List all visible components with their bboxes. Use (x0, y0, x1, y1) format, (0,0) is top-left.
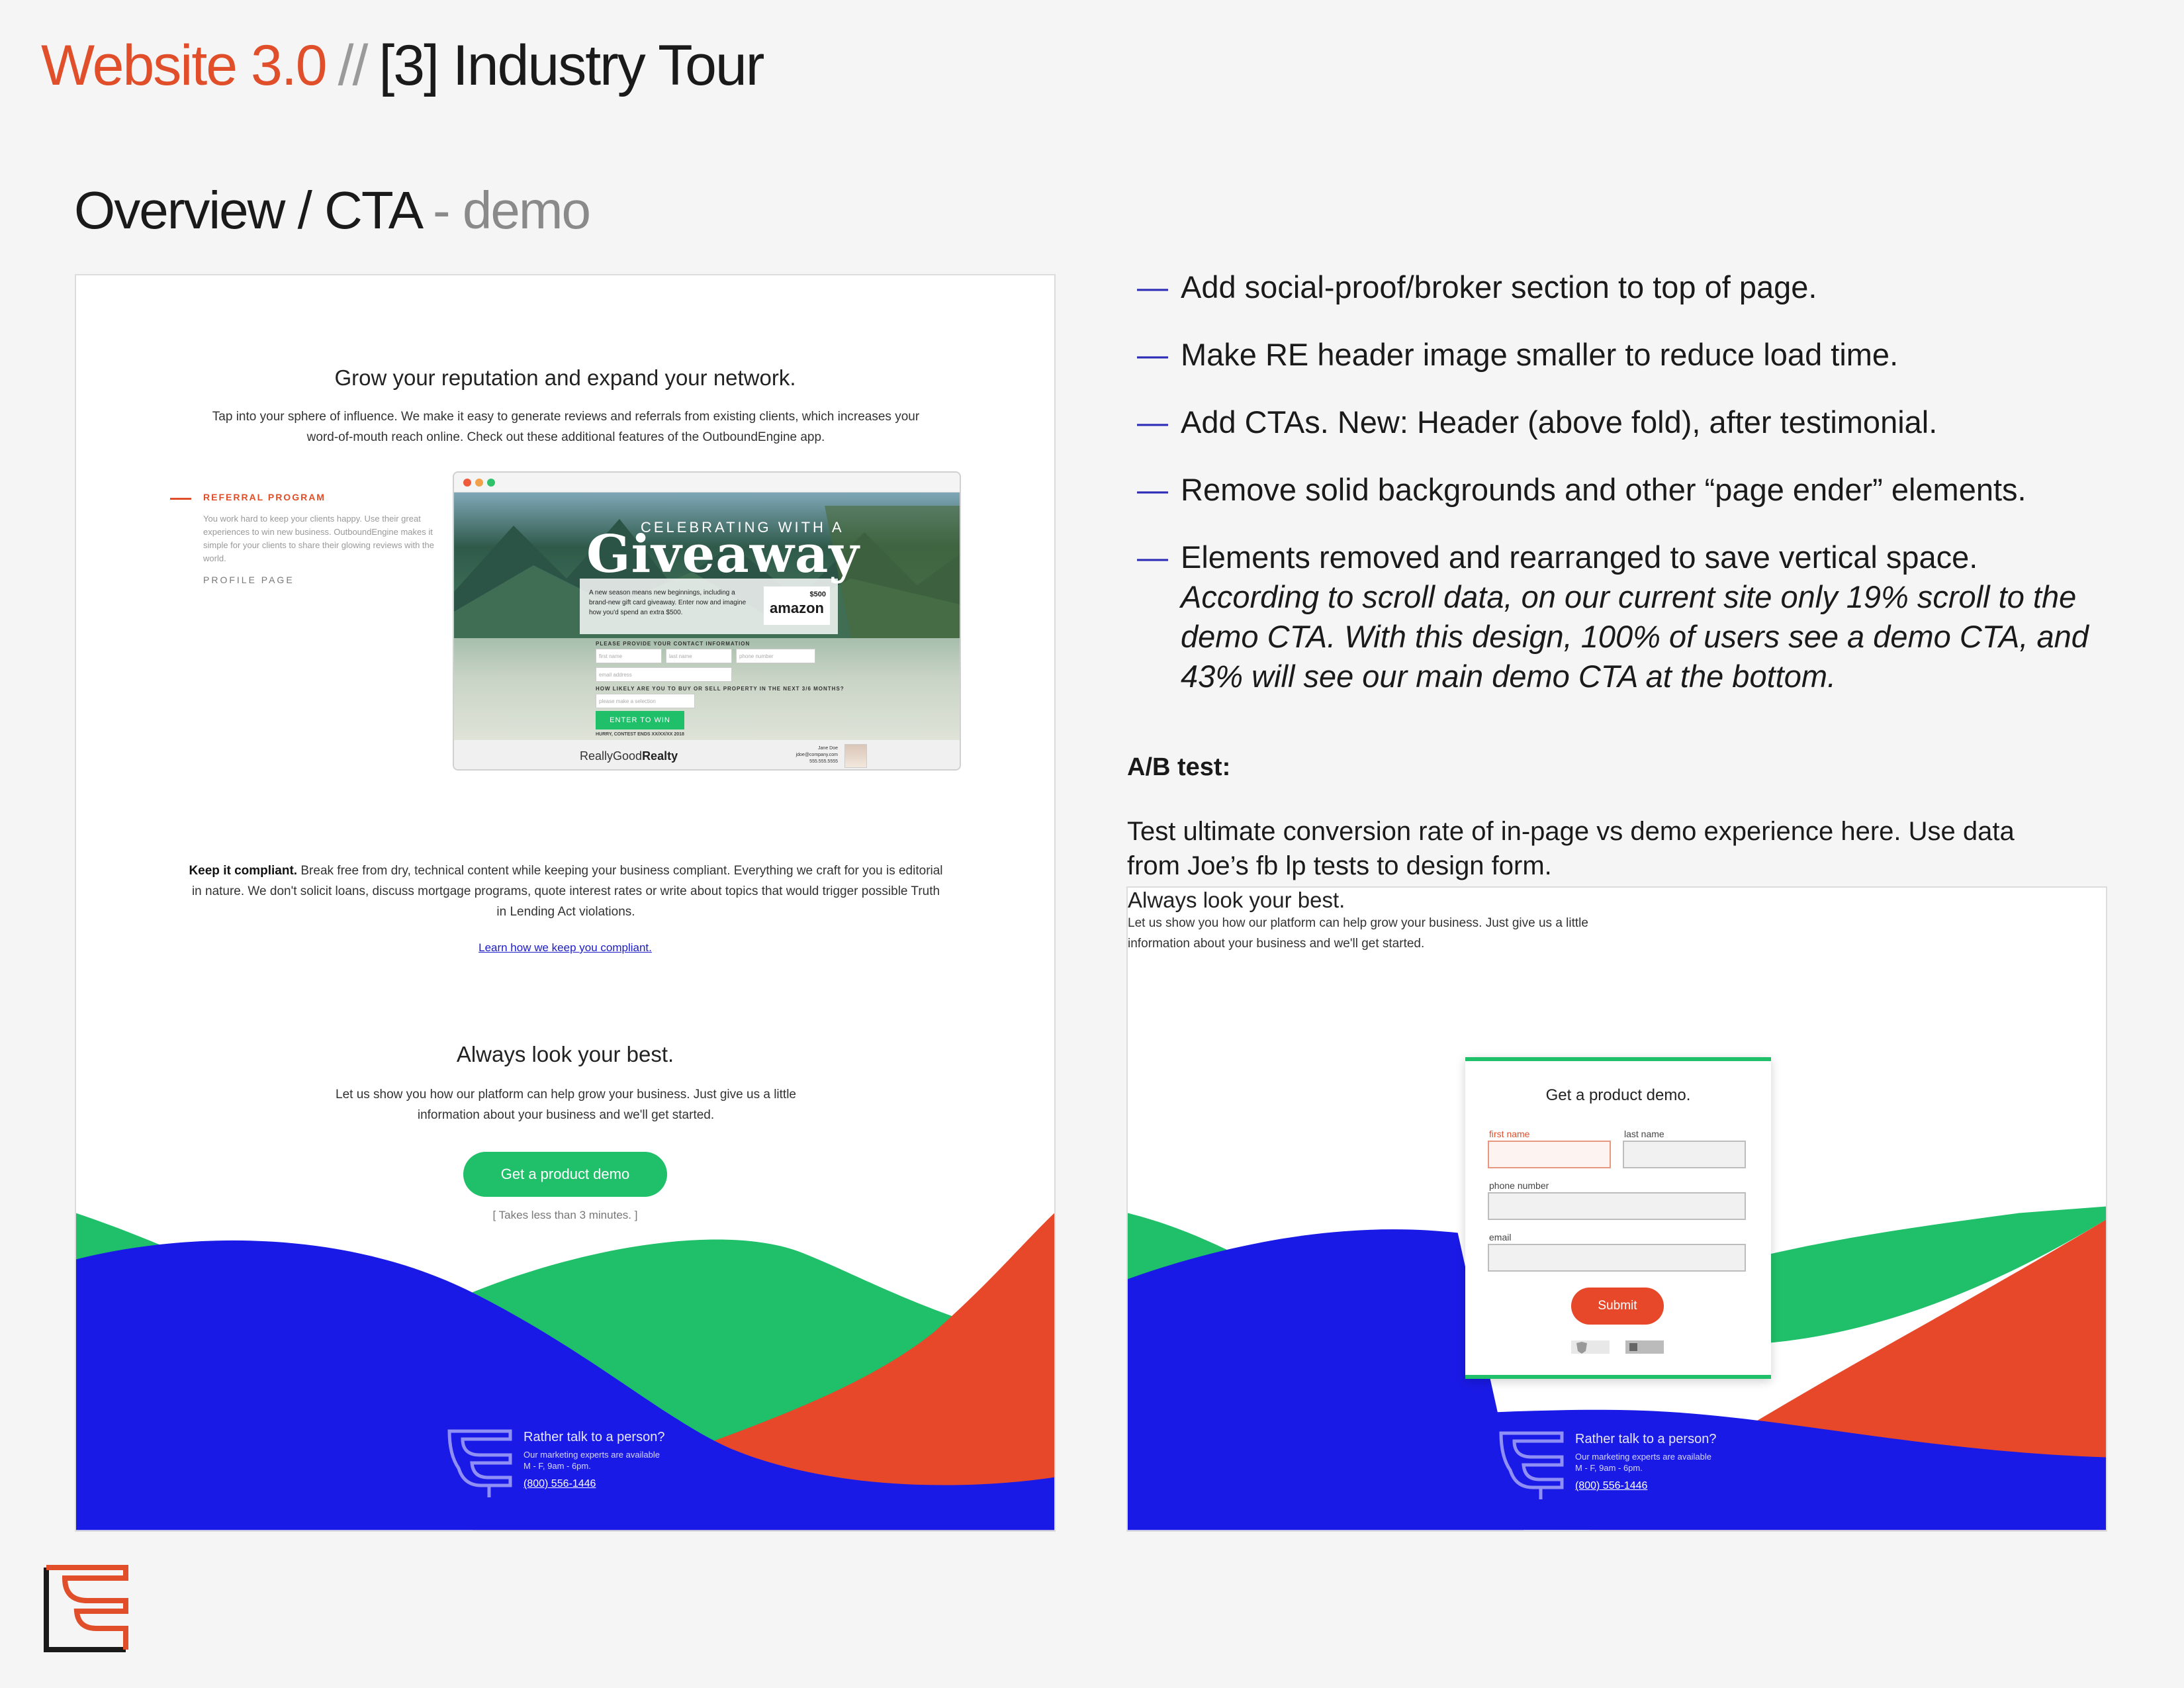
browser-bar (454, 473, 960, 492)
giveaway-hero: CELEBRATING WITH A Giveaway A new season… (454, 492, 960, 740)
phone-input[interactable]: phone number (736, 649, 815, 663)
mock-intro: Tap into your sphere of influence. We ma… (212, 410, 920, 444)
outboundengine-logo-icon (447, 1429, 512, 1497)
realty-name-a: ReallyGood (580, 749, 643, 763)
demo-form: Get a product demo. first name last name… (1465, 1057, 1771, 1379)
profile-page-tab[interactable]: PROFILE PAGE (203, 575, 295, 585)
last-name-input[interactable]: last name (666, 649, 732, 663)
dash-marker: — (1137, 269, 1168, 305)
note-text: Elements removed and rearranged to save … (1181, 539, 1978, 575)
timeline-select[interactable]: please make a selection (596, 694, 695, 708)
phone-field[interactable] (1488, 1192, 1746, 1220)
header-separator: // (338, 34, 369, 97)
contact-label: PLEASE PROVIDE YOUR CONTACT INFORMATION (596, 641, 751, 647)
email-label: email (1489, 1232, 1512, 1243)
note-item: — Add social-proof/broker section to top … (1137, 267, 2103, 307)
note-text: Remove solid backgrounds and other “page… (1181, 472, 2026, 507)
note-text: Add CTAs. New: Header (above fold), afte… (1181, 404, 1938, 440)
slide-header: Website 3.0//[3] Industry Tour (41, 33, 764, 99)
footer-contact: Rather talk to a person? Our marketing e… (1575, 1432, 1716, 1492)
browser-frame: CELEBRATING WITH A Giveaway A new season… (453, 471, 961, 771)
realty-logo: ReallyGoodRealty (580, 749, 678, 763)
note-item: — Remove solid backgrounds and other “pag… (1137, 470, 2103, 510)
subtitle-tail: - demo (432, 181, 591, 240)
giveaway-title: Giveaway (586, 524, 860, 585)
notes-list: — Add social-proof/broker section to top … (1137, 267, 2103, 724)
header-website: Website 3.0 (41, 34, 328, 97)
question-label: HOW LIKELY ARE YOU TO BUY OR SELL PROPER… (596, 686, 844, 692)
slide-subtitle: Overview / CTA - demo (74, 180, 591, 241)
referral-description: You work hard to keep your clients happy… (203, 514, 434, 563)
right-body: Let us show you how our platform can hel… (1128, 916, 1588, 951)
giveaway-box: A new season means new beginnings, inclu… (580, 579, 838, 634)
compliance-text: Keep it compliant. Break free from dry, … (189, 861, 943, 922)
header-section: [3] Industry Tour (379, 34, 764, 97)
phone-label: phone number (1489, 1180, 1549, 1191)
email-input[interactable]: email address (596, 667, 732, 682)
ab-test-title: A/B test: (1127, 753, 1231, 781)
last-name-field[interactable] (1623, 1141, 1746, 1168)
referral-program-tab[interactable]: REFERRAL PROGRAM (203, 492, 326, 502)
maximize-dot-icon (487, 479, 495, 487)
agent-photo (844, 744, 867, 768)
footer-contact: Rather talk to a person? Our marketing e… (523, 1430, 664, 1490)
brand-logo-icon (44, 1565, 128, 1652)
first-name-field[interactable] (1488, 1141, 1611, 1168)
outboundengine-logo-icon (1499, 1431, 1564, 1499)
cta-body: Let us show you how our platform can hel… (336, 1088, 796, 1122)
footer-hours: M - F, 9am - 6pm. (523, 1461, 591, 1471)
first-name-label: first name (1489, 1129, 1530, 1139)
footer-phone-link[interactable]: (800) 556-1446 (523, 1478, 664, 1490)
footer-hours: M - F, 9am - 6pm. (1575, 1463, 1643, 1473)
footer-available: Our marketing experts are available (523, 1450, 660, 1460)
right-heading: Always look your best. (1128, 888, 1345, 912)
form-title: Get a product demo. (1545, 1086, 1691, 1104)
subtitle-main: Overview / CTA (74, 181, 421, 240)
dash-marker: — (1137, 337, 1168, 372)
footer-talk: Rather talk to a person? (1575, 1432, 1717, 1446)
compliance-body: Break free from dry, technical content w… (191, 864, 943, 919)
amazon-logo: amazon (770, 600, 824, 616)
mock-heading: Grow your reputation and expand your net… (334, 365, 796, 390)
referral-accent-line (170, 498, 191, 500)
security-badges-icon (1571, 1340, 1664, 1354)
compliance-bold: Keep it compliant. (189, 864, 298, 878)
dash-marker: — (1137, 539, 1168, 575)
submit-button[interactable]: Submit (1571, 1288, 1664, 1325)
get-product-demo-button[interactable]: Get a product demo (463, 1152, 667, 1197)
gift-card: $500 amazon (764, 586, 830, 625)
note-item: — Elements removed and rearranged to save… (1137, 538, 2103, 696)
close-dot-icon (463, 479, 471, 487)
footer-phone-link[interactable]: (800) 556-1446 (1575, 1480, 1716, 1492)
enter-to-win-button[interactable]: ENTER TO WIN (596, 711, 684, 729)
gift-amount: $500 (809, 590, 826, 598)
contest-ends-text: HURRY, CONTEST ENDS XX/XX/XX 2018 (596, 732, 684, 737)
cta-heading: Always look your best. (456, 1042, 674, 1066)
first-name-input[interactable]: first name (596, 649, 662, 663)
page-mockup-right: Always look your best. Let us show you h… (1126, 886, 2107, 1532)
last-name-label: last name (1624, 1129, 1664, 1139)
browser-footer: ReallyGoodRealty Jane Doe jdoe@company.c… (454, 740, 960, 769)
note-text: Add social-proof/broker section to top o… (1181, 269, 1817, 305)
footer-available: Our marketing experts are available (1575, 1452, 1711, 1462)
dash-marker: — (1137, 472, 1168, 507)
note-item: — Make RE header image smaller to reduce … (1137, 335, 2103, 375)
note-text: Make RE header image smaller to reduce l… (1181, 337, 1899, 372)
dash-marker: — (1137, 404, 1168, 440)
footer-talk: Rather talk to a person? (523, 1430, 665, 1444)
page-mockup-left: Grow your reputation and expand your net… (75, 274, 1056, 1532)
minimize-dot-icon (475, 479, 483, 487)
realty-name-b: Realty (642, 749, 678, 763)
agent-info: Jane Doe jdoe@company.com 555.555.5555 (796, 746, 838, 764)
ab-test-body: Test ultimate conversion rate of in-page… (1127, 817, 2015, 880)
giveaway-text: A new season means new beginnings, inclu… (589, 589, 747, 616)
learn-compliant-link[interactable]: Learn how we keep you compliant. (76, 941, 1054, 955)
note-item: — Add CTAs. New: Header (above fold), aft… (1137, 402, 2103, 442)
email-field[interactable] (1488, 1244, 1746, 1272)
note-italic: According to scroll data, on our current… (1181, 579, 2089, 694)
